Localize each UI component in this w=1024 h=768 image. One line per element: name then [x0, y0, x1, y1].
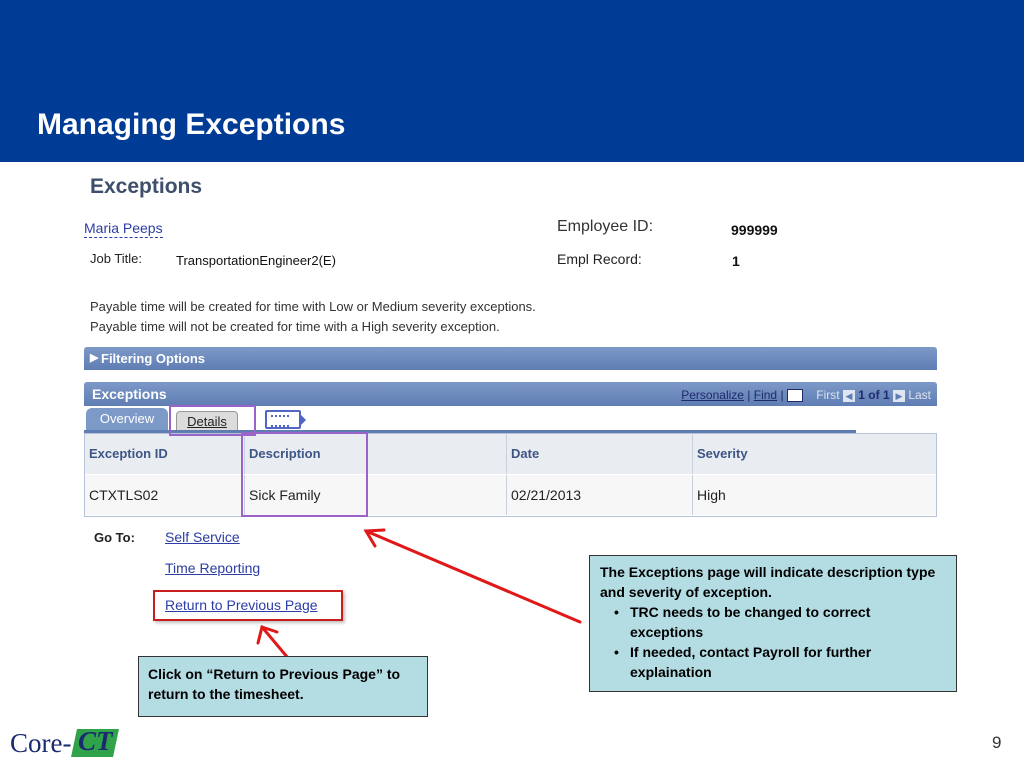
callout-info-intro: The Exceptions page will indicate descri…	[600, 564, 936, 600]
logo-ct-text: CT	[78, 726, 113, 756]
core-ct-logo: Core- CT	[10, 724, 120, 764]
callout-exceptions-info: The Exceptions page will indicate descri…	[589, 555, 957, 692]
callout-return-text: Click on “Return to Previous Page” to re…	[148, 666, 401, 702]
callout-info-bullets: TRC needs to be changed to correct excep…	[600, 602, 946, 682]
logo-core-text: Core-	[10, 728, 72, 758]
callout-return-link: Click on “Return to Previous Page” to re…	[138, 656, 428, 717]
callout-bullet-1: TRC needs to be changed to correct excep…	[614, 602, 946, 642]
page-number: 9	[992, 733, 1002, 752]
arrow-to-description	[364, 529, 582, 624]
callout-bullet-2: If needed, contact Payroll for further e…	[614, 642, 946, 682]
